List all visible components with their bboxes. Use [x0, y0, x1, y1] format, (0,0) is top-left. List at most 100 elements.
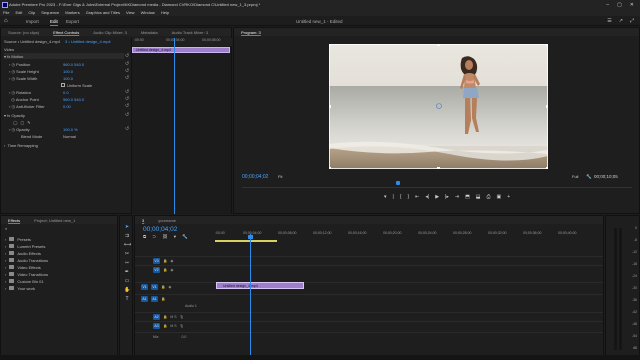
- reset-icon[interactable]: ↺: [125, 53, 129, 59]
- program-playhead[interactable]: [396, 181, 400, 185]
- track-select-icon[interactable]: ⇉: [124, 233, 130, 239]
- source-patch[interactable]: A1: [141, 296, 148, 302]
- opacity-effect[interactable]: ▾ fx Opacity: [4, 112, 25, 118]
- blend-mode-row[interactable]: Blend Mode Normal: [21, 133, 76, 139]
- tab-source[interactable]: Source: (no clips): [1, 30, 46, 35]
- workspace-edit[interactable]: Edit: [50, 19, 58, 24]
- anchor-point-row[interactable]: ◷ Anchor Point 960.0 540.0: [9, 96, 84, 102]
- reset-icon[interactable]: ↺: [125, 89, 129, 95]
- razor-icon[interactable]: ✂: [124, 251, 130, 257]
- workspaces-icon[interactable]: ☰: [607, 18, 611, 24]
- list-item[interactable]: › Audio Transitions: [5, 257, 48, 263]
- uniform-scale-checkbox[interactable]: Uniform Scale: [61, 82, 92, 88]
- list-item[interactable]: › Audio Effects: [5, 250, 41, 256]
- work-area-bar[interactable]: [215, 240, 277, 242]
- hand-icon[interactable]: ✋: [124, 287, 130, 293]
- track-master[interactable]: Mix 0.0: [135, 332, 603, 340]
- track-target[interactable]: A3: [153, 323, 160, 329]
- comparison-view-icon[interactable]: ▣: [497, 194, 502, 200]
- export-frame-icon[interactable]: ⎙: [487, 194, 491, 200]
- slip-icon[interactable]: ⇿: [124, 260, 130, 266]
- track-v1[interactable]: V1 V1 🔒 ◉: [135, 282, 603, 290]
- eye-icon[interactable]: ◉: [170, 259, 173, 263]
- sequence-selector[interactable]: 3 • Untitled design_4.mp4: [65, 38, 111, 44]
- mark-in-icon[interactable]: ▾: [384, 194, 387, 200]
- home-icon[interactable]: ⌂: [4, 18, 8, 24]
- tab-program[interactable]: Program: 3: [234, 30, 268, 35]
- minimize-icon[interactable]: –: [606, 2, 609, 8]
- program-scrubber[interactable]: [242, 181, 632, 188]
- reset-icon[interactable]: ↺: [125, 112, 129, 118]
- lock-icon[interactable]: 🔒: [163, 259, 167, 263]
- menu-clip[interactable]: Clip: [28, 10, 35, 15]
- selection-tool-icon[interactable]: ➤: [124, 224, 130, 230]
- wrench-icon[interactable]: 🔧: [586, 174, 592, 180]
- maximize-icon[interactable]: ▢: [617, 2, 622, 8]
- menu-help[interactable]: Help: [161, 10, 169, 15]
- effect-controls-timeline[interactable]: :00:00 00;00;04;00 00;00;08;00 Untitled …: [131, 38, 232, 214]
- eye-icon[interactable]: ◉: [170, 268, 173, 272]
- tab-sequence-yourname[interactable]: yourname: [151, 218, 183, 223]
- linked-selection-icon[interactable]: ⛓: [162, 234, 168, 240]
- microphone-icon[interactable]: 🎙: [180, 315, 184, 319]
- track-target[interactable]: A2: [153, 314, 160, 320]
- track-target[interactable]: A1: [151, 296, 158, 302]
- list-item[interactable]: › Lumetri Presets: [5, 243, 45, 249]
- list-item[interactable]: › Video Transitions: [5, 271, 48, 277]
- ec-clip-bar[interactable]: Untitled design_4.mp4: [132, 47, 230, 53]
- rectangle-icon[interactable]: ▭: [124, 278, 130, 284]
- scale-height-row[interactable]: › ◷ Scale Height 100.0: [9, 68, 73, 74]
- zoom-select[interactable]: Fit: [278, 174, 282, 179]
- lock-icon[interactable]: 🔒: [161, 285, 165, 289]
- program-timecode[interactable]: 00;00;04;02: [242, 174, 268, 180]
- track-a3[interactable]: A3 🔒 M S 🎙: [135, 321, 603, 329]
- reset-icon[interactable]: ↺: [125, 103, 129, 109]
- timeline-clip[interactable]: Untitled design_4.mp4: [216, 282, 304, 289]
- position-row[interactable]: › ◷ Position 960.0 540.0: [9, 61, 84, 67]
- ellipse-mask-icon[interactable]: ◯: [13, 120, 17, 125]
- track-target[interactable]: V3: [153, 258, 160, 264]
- reset-icon[interactable]: ↺: [125, 126, 129, 132]
- go-to-in-point-icon[interactable]: ⇤: [415, 194, 419, 200]
- close-icon[interactable]: ✕: [630, 2, 634, 8]
- extract-icon[interactable]: ⬓: [476, 194, 481, 200]
- workspace-import[interactable]: Import: [26, 19, 39, 24]
- menu-edit[interactable]: Edit: [15, 10, 22, 15]
- time-remapping-effect[interactable]: › Time Remapping: [4, 142, 38, 148]
- go-to-out-icon[interactable]: }: [408, 194, 410, 200]
- timeline-ruler[interactable]: :00;00 00;00;04;00 00;00;08;00 00;00;12;…: [215, 231, 603, 240]
- ripple-edit-icon[interactable]: ⟷: [124, 242, 131, 248]
- tab-project[interactable]: Project: Untitled new_1: [27, 218, 82, 223]
- lock-icon[interactable]: 🔒: [163, 324, 167, 328]
- menu-window[interactable]: Window: [141, 10, 155, 15]
- opacity-row[interactable]: › ◷ Opacity 100.0 %: [9, 126, 78, 132]
- fullscreen-icon[interactable]: ⤢: [630, 18, 634, 24]
- quick-export-icon[interactable]: ↗: [619, 18, 623, 24]
- track-a2[interactable]: A2 🔒 M S 🎙: [135, 312, 603, 320]
- reset-icon[interactable]: ↺: [125, 61, 129, 67]
- program-video-frame[interactable]: [329, 44, 548, 169]
- list-item[interactable]: › Video Effects: [5, 264, 41, 270]
- tab-audio-clip-mixer[interactable]: Audio Clip Mixer: 3: [86, 30, 134, 35]
- source-selector[interactable]: Source • Untitled design_4.mp4: [4, 38, 60, 44]
- lock-icon[interactable]: 🔒: [163, 315, 167, 319]
- track-target[interactable]: V1: [151, 284, 158, 290]
- track-a1[interactable]: A1 A1 🔒: [135, 294, 603, 302]
- ec-playhead[interactable]: [174, 38, 175, 214]
- lock-icon[interactable]: 🔒: [163, 268, 167, 272]
- type-icon[interactable]: T: [124, 296, 130, 302]
- pen-icon[interactable]: ✒: [124, 269, 130, 275]
- step-back-icon[interactable]: ◂|: [425, 194, 429, 200]
- timeline-playhead[interactable]: [250, 234, 251, 359]
- list-item[interactable]: › Presets: [5, 236, 31, 242]
- snap-icon[interactable]: ⊃: [152, 234, 156, 240]
- pen-mask-icon[interactable]: ✎: [27, 120, 30, 125]
- tab-metadata[interactable]: Metadata: [134, 30, 165, 35]
- rectangle-mask-icon[interactable]: ▢: [20, 120, 24, 125]
- go-to-out-point-icon[interactable]: ⇥: [455, 194, 459, 200]
- track-v2[interactable]: V2 🔒 ◉: [135, 265, 603, 273]
- menu-file[interactable]: File: [3, 10, 9, 15]
- track-target[interactable]: V2: [153, 267, 160, 273]
- menu-sequence[interactable]: Sequence: [41, 10, 59, 15]
- add-button-icon[interactable]: +: [507, 194, 510, 200]
